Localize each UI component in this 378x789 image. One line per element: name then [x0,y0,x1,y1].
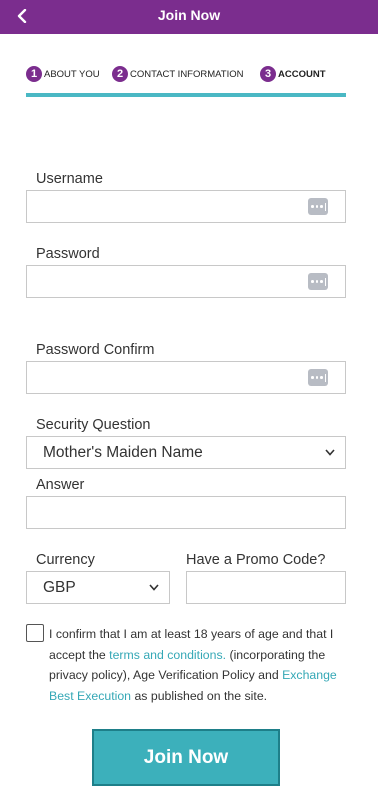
step-contact-information: 2 CONTACT INFORMATION [112,66,243,82]
promo-code-label: Have a Promo Code? [186,552,326,568]
step-number: 1 [26,66,42,82]
chevron-down-icon [325,449,335,456]
security-question-label: Security Question [36,417,151,433]
security-question-select[interactable]: Mother's Maiden Name [26,436,346,469]
answer-label: Answer [36,477,85,493]
password-label: Password [36,246,100,262]
password-input[interactable] [27,266,345,297]
step-account: 3 ACCOUNT [260,66,326,82]
username-field[interactable] [26,190,346,223]
currency-select[interactable]: GBP [26,571,170,604]
terms-and-conditions-link[interactable]: terms and conditions. [109,648,226,662]
answer-input[interactable] [27,497,345,528]
username-label: Username [36,171,103,187]
answer-field[interactable] [26,496,346,529]
step-label: CONTACT INFORMATION [130,68,244,80]
consent-text: I confirm that I am at least 18 years of… [49,624,349,706]
age-consent-checkbox[interactable] [26,624,44,642]
password-field[interactable] [26,265,346,298]
promo-code-field[interactable] [186,571,346,604]
step-about-you: 1 ABOUT YOU [26,66,100,82]
app-header: Join Now [0,0,378,34]
security-question-value: Mother's Maiden Name [43,443,203,461]
currency-value: GBP [43,578,76,596]
username-input[interactable] [27,191,345,222]
promo-code-input[interactable] [187,572,345,603]
step-indicator: 1 ABOUT YOU 2 CONTACT INFORMATION 3 ACCO… [26,66,346,88]
progress-bar [26,93,346,97]
chevron-down-icon [149,584,159,591]
password-confirm-label: Password Confirm [36,342,155,358]
step-label: ABOUT YOU [44,68,100,80]
step-label: ACCOUNT [278,68,326,80]
currency-label: Currency [36,552,95,568]
password-manager-icon[interactable] [308,369,328,386]
password-manager-icon[interactable] [308,198,328,215]
password-confirm-field[interactable] [26,361,346,394]
password-confirm-input[interactable] [27,362,345,393]
password-manager-icon[interactable] [308,273,328,290]
step-number: 3 [260,66,276,82]
join-now-button[interactable]: Join Now [92,729,280,786]
page-title: Join Now [157,7,221,23]
step-number: 2 [112,66,128,82]
consent-text-part: as published on the site. [131,688,268,703]
